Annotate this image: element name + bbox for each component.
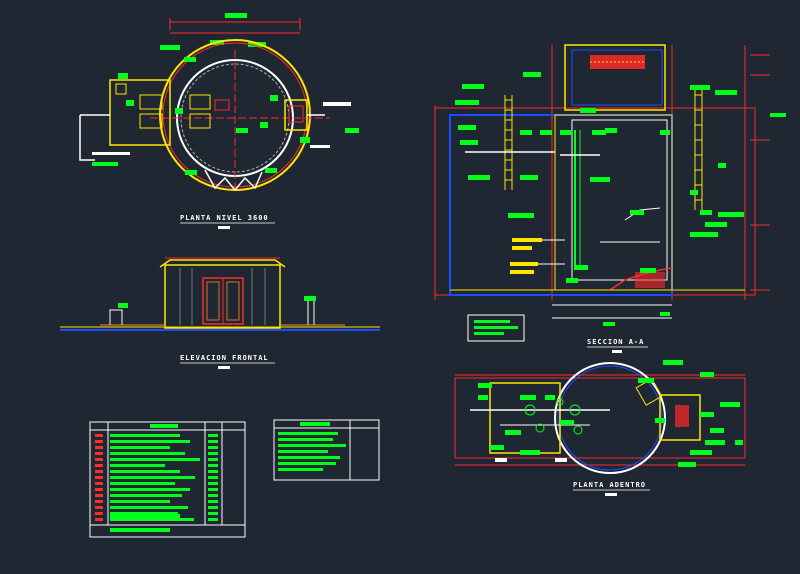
legend-index-mark [95, 446, 103, 449]
legend-qty-mark [208, 464, 218, 467]
legend-index-mark [95, 500, 103, 503]
legend2-row-mark [278, 462, 336, 465]
legend-row-mark [110, 500, 170, 503]
legend2-row-mark [278, 444, 346, 447]
legend-row-mark [110, 464, 165, 467]
legend-row-mark [110, 518, 194, 521]
elevacion-frontal-title: ELEVACION FRONTAL [180, 354, 269, 362]
planta-nivel-title: PLANTA NIVEL 3600 [180, 214, 269, 222]
legend-index-mark [95, 494, 103, 497]
legend-index-mark [95, 482, 103, 485]
legend-qty-mark [208, 512, 218, 515]
legend-qty-mark [208, 470, 218, 473]
elevacion-frontal-drawing [60, 257, 380, 331]
legend-qty-mark [208, 500, 218, 503]
legend2-row-mark [278, 432, 338, 435]
legend-row-mark [110, 488, 190, 491]
legend-qty-mark [208, 452, 218, 455]
legend-row-mark [110, 476, 195, 479]
legend2-row-mark [278, 456, 340, 459]
legend-index-mark [95, 458, 103, 461]
legend-table-secondary [273, 419, 380, 481]
legend-row-mark [110, 446, 170, 449]
legend-row-mark [110, 506, 188, 509]
legend-row-mark [110, 470, 180, 473]
cad-drawing-canvas[interactable]: PLANTA NIVEL 3600 ELEVACION FRONTAL SECC… [0, 0, 800, 574]
legend-index-mark [95, 470, 103, 473]
legend-index-mark [95, 440, 103, 443]
legend-index-mark [95, 512, 103, 515]
legend-qty-mark [208, 482, 218, 485]
legend-index-mark [95, 452, 103, 455]
legend2-row-mark [278, 450, 328, 453]
legend-qty-mark [208, 440, 218, 443]
legend-qty-mark [208, 488, 218, 491]
legend-qty-mark [208, 518, 218, 521]
legend-row-mark [110, 434, 180, 437]
legend-row-mark [110, 440, 190, 443]
legend-index-mark [95, 488, 103, 491]
legend-qty-mark [208, 446, 218, 449]
seccion-aa-title: SECCION A-A [587, 338, 644, 346]
planta-nivel-drawing [79, 13, 359, 192]
legend-qty-mark [208, 458, 218, 461]
legend-row-mark [110, 458, 200, 461]
legend-index-mark [95, 434, 103, 437]
legend2-row-mark [278, 438, 333, 441]
legend-qty-mark [208, 434, 218, 437]
legend-index-mark [95, 464, 103, 467]
seccion-aa-drawing [434, 44, 786, 342]
legend-qty-mark [208, 476, 218, 479]
legend2-row-mark [278, 468, 323, 471]
legend-index-mark [95, 476, 103, 479]
legend-index-mark [95, 506, 103, 509]
legend-row-mark [110, 482, 175, 485]
planta-adentro-drawing [454, 360, 746, 474]
legend-row-mark [110, 494, 182, 497]
legend-qty-mark [208, 506, 218, 509]
legend-index-mark [95, 518, 103, 521]
legend-qty-mark [208, 494, 218, 497]
legend-table-main [89, 421, 246, 538]
planta-adentro-title: PLANTA ADENTRO [573, 481, 646, 489]
legend-row-mark [110, 452, 185, 455]
